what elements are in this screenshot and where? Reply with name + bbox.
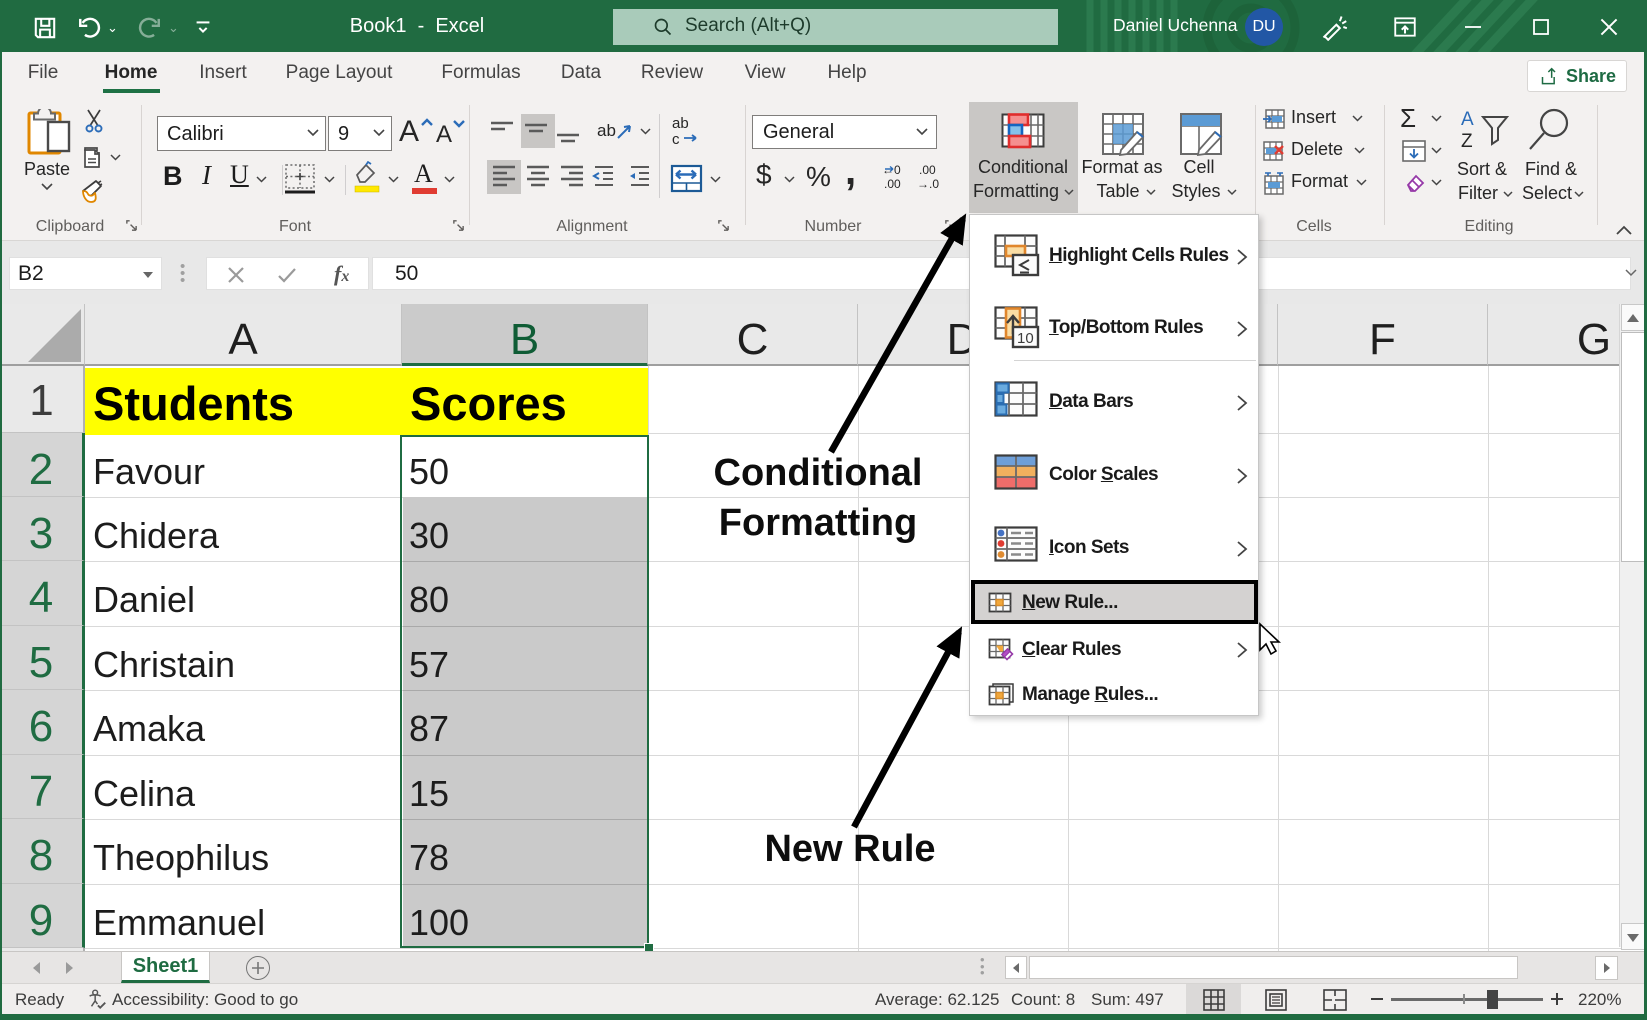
svg-text:A: A — [1461, 109, 1474, 130]
svg-text:c: c — [672, 131, 680, 148]
svg-text:.00: .00 — [919, 163, 936, 177]
svg-text:Z: Z — [1461, 131, 1473, 151]
svg-text:.00: .00 — [884, 177, 901, 191]
svg-text:→.0: →.0 — [917, 177, 939, 191]
svg-text:ab: ab — [672, 115, 689, 132]
svg-text:10: 10 — [1017, 330, 1034, 347]
svg-text:ab: ab — [597, 121, 616, 140]
